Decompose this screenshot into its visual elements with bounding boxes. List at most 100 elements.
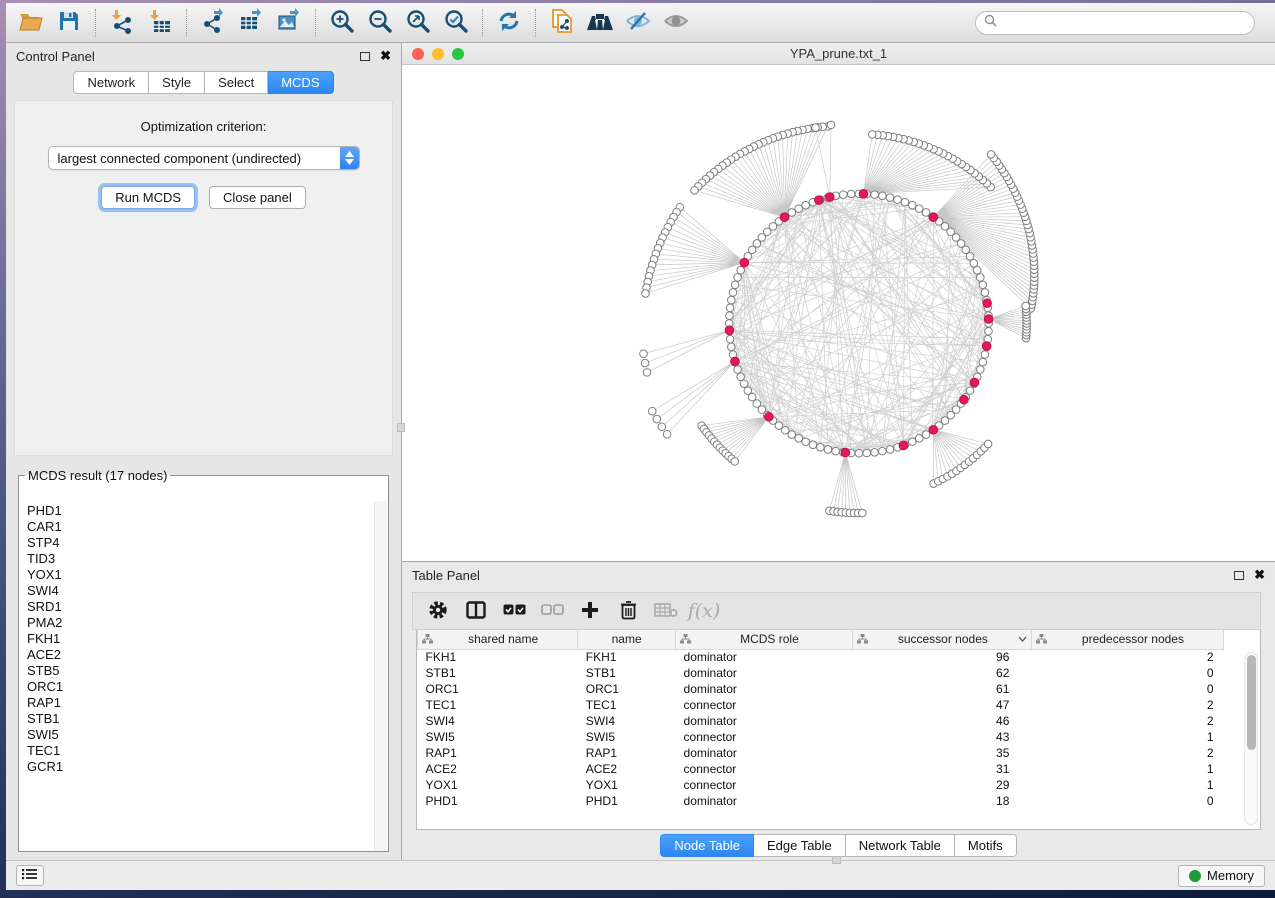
tab-network[interactable]: Network [73, 71, 149, 94]
table-cell[interactable]: 96 [852, 649, 1031, 665]
table-cell[interactable]: 1 [1031, 777, 1223, 793]
table-cell[interactable]: TEC1 [578, 697, 676, 713]
table-row[interactable]: ACE2ACE2connector311 [418, 761, 1224, 777]
table-cell[interactable]: 1 [1031, 761, 1223, 777]
table-cell[interactable]: 31 [852, 761, 1031, 777]
mcds-node-item[interactable]: GCR1 [27, 759, 387, 775]
table-cell[interactable]: 18 [852, 793, 1031, 809]
mcds-node-item[interactable]: YOX1 [27, 567, 387, 583]
table-cell[interactable]: 2 [1031, 713, 1223, 729]
mcds-node-item[interactable]: STB5 [27, 663, 387, 679]
function-builder-button[interactable]: f(x) [687, 596, 721, 626]
table-cell[interactable]: dominator [676, 681, 853, 697]
open-file-button[interactable] [12, 7, 50, 39]
close-panel-icon[interactable]: ✖ [380, 51, 391, 61]
table-cell[interactable]: FKH1 [578, 649, 676, 665]
vertical-splitter-handle[interactable] [397, 423, 405, 432]
table-cell[interactable]: PHD1 [418, 793, 578, 809]
table-row[interactable]: ORC1ORC1dominator610 [418, 681, 1224, 697]
column-header-mcds-role[interactable]: MCDS role [676, 630, 853, 649]
network-canvas[interactable] [402, 65, 1275, 561]
mcds-node-item[interactable]: PMA2 [27, 615, 387, 631]
mcds-node-item[interactable]: RAP1 [27, 695, 387, 711]
mcds-node-item[interactable]: SRD1 [27, 599, 387, 615]
table-scrollbar[interactable] [1244, 652, 1258, 825]
table-cell[interactable]: 0 [1031, 665, 1223, 681]
delete-column-button[interactable] [611, 596, 645, 626]
table-cell[interactable]: STB1 [418, 665, 578, 681]
table-cell[interactable]: dominator [676, 793, 853, 809]
split-view-button[interactable] [459, 596, 493, 626]
mcds-node-item[interactable]: STP4 [27, 535, 387, 551]
search-input[interactable] [1003, 15, 1246, 30]
table-cell[interactable]: 2 [1031, 745, 1223, 761]
delete-table-button[interactable] [649, 596, 683, 626]
table-cell[interactable]: 0 [1031, 793, 1223, 809]
table-cell[interactable]: 1 [1031, 729, 1223, 745]
table-cell[interactable]: SWI4 [578, 713, 676, 729]
table-cell[interactable]: connector [676, 729, 853, 745]
network-window-titlebar[interactable]: YPA_prune.txt_1 [402, 43, 1275, 65]
tab-motifs[interactable]: Motifs [955, 834, 1017, 857]
column-header-shared-name[interactable]: shared name [418, 630, 578, 649]
mcds-node-item[interactable]: ACE2 [27, 647, 387, 663]
table-cell[interactable]: ACE2 [418, 761, 578, 777]
add-column-button[interactable] [573, 596, 607, 626]
table-scrollbar-thumb[interactable] [1247, 655, 1256, 750]
table-row[interactable]: FKH1FKH1dominator962 [418, 649, 1224, 665]
export-network-button[interactable] [194, 7, 232, 39]
import-table-button[interactable] [141, 7, 179, 39]
tab-network-table[interactable]: Network Table [846, 834, 955, 857]
table-cell[interactable]: YOX1 [418, 777, 578, 793]
table-cell[interactable]: 43 [852, 729, 1031, 745]
table-cell[interactable]: STB1 [578, 665, 676, 681]
table-cell[interactable]: 2 [1031, 649, 1223, 665]
table-cell[interactable]: RAP1 [578, 745, 676, 761]
column-header-successor-nodes[interactable]: successor nodes [852, 630, 1031, 649]
table-row[interactable]: SWI4SWI4dominator462 [418, 713, 1224, 729]
horizontal-splitter-handle[interactable] [832, 856, 841, 864]
mcds-node-item[interactable]: ORC1 [27, 679, 387, 695]
export-table-button[interactable] [232, 7, 270, 39]
column-header-name[interactable]: name [578, 630, 676, 649]
tab-mcds[interactable]: MCDS [268, 71, 333, 94]
tab-style[interactable]: Style [149, 71, 205, 94]
table-cell[interactable]: SWI5 [418, 729, 578, 745]
first-neighbors-button[interactable] [581, 7, 619, 39]
mcds-node-item[interactable]: PHD1 [27, 503, 387, 519]
new-network-from-selection-button[interactable] [543, 7, 581, 39]
mcds-node-item[interactable]: CAR1 [27, 519, 387, 535]
table-cell[interactable]: YOX1 [578, 777, 676, 793]
table-row[interactable]: YOX1YOX1connector291 [418, 777, 1224, 793]
close-table-panel-icon[interactable]: ✖ [1254, 570, 1265, 580]
table-cell[interactable]: connector [676, 777, 853, 793]
network-graph[interactable] [402, 65, 1275, 561]
table-cell[interactable]: RAP1 [418, 745, 578, 761]
tab-select[interactable]: Select [205, 71, 268, 94]
table-cell[interactable]: 0 [1031, 681, 1223, 697]
close-panel-button[interactable]: Close panel [209, 186, 306, 209]
zoom-fit-button[interactable] [399, 7, 437, 39]
show-panels-button[interactable] [16, 865, 44, 886]
table-cell[interactable]: ACE2 [578, 761, 676, 777]
zoom-in-button[interactable] [323, 7, 361, 39]
table-row[interactable]: RAP1RAP1dominator352 [418, 745, 1224, 761]
column-header-predecessor-nodes[interactable]: predecessor nodes [1031, 630, 1223, 649]
table-cell[interactable]: 46 [852, 713, 1031, 729]
memory-button[interactable]: Memory [1178, 865, 1265, 887]
table-cell[interactable]: SWI5 [578, 729, 676, 745]
mcds-node-item[interactable]: TID3 [27, 551, 387, 567]
optimization-criterion-select[interactable]: largest connected component (undirected) [48, 146, 360, 170]
run-mcds-button[interactable]: Run MCDS [101, 186, 195, 209]
table-cell[interactable]: FKH1 [418, 649, 578, 665]
table-cell[interactable]: 62 [852, 665, 1031, 681]
table-cell[interactable]: TEC1 [418, 697, 578, 713]
select-all-button[interactable] [497, 596, 531, 626]
table-cell[interactable]: 47 [852, 697, 1031, 713]
refresh-button[interactable] [490, 7, 528, 39]
table-row[interactable]: SWI5SWI5connector431 [418, 729, 1224, 745]
float-table-panel-icon[interactable] [1234, 571, 1244, 580]
table-cell[interactable]: connector [676, 761, 853, 777]
table-cell[interactable]: ORC1 [418, 681, 578, 697]
tab-edge-table[interactable]: Edge Table [754, 834, 846, 857]
